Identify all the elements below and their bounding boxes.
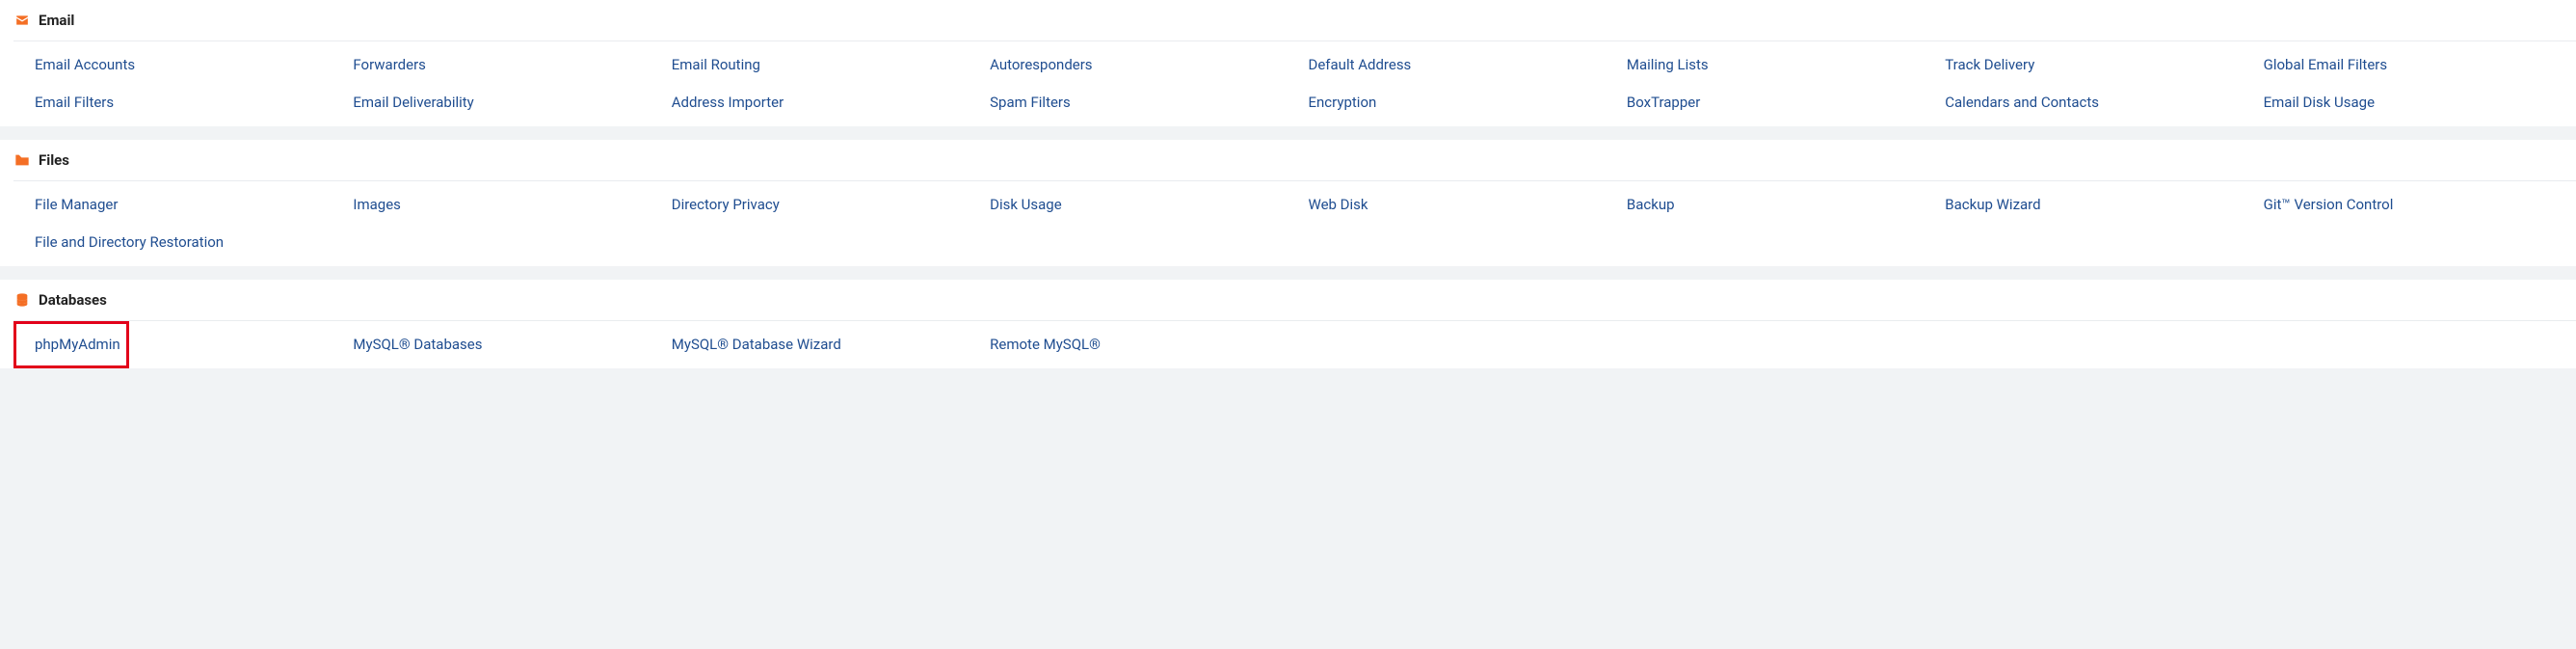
panel-header-email[interactable]: Email bbox=[0, 0, 2576, 41]
item-backup[interactable]: Backup bbox=[1627, 195, 1925, 215]
panel-title-databases: Databases bbox=[39, 291, 107, 309]
item-git-version-control[interactable]: Git™ Version Control bbox=[2264, 195, 2563, 215]
item-spam-filters[interactable]: Spam Filters bbox=[990, 93, 1288, 113]
database-icon bbox=[13, 291, 31, 309]
item-boxtrapper[interactable]: BoxTrapper bbox=[1627, 93, 1925, 113]
item-forwarders[interactable]: Forwarders bbox=[353, 55, 651, 75]
item-mysql-database-wizard[interactable]: MySQL® Database Wizard bbox=[672, 335, 970, 355]
items-grid-email: Email Accounts Forwarders Email Routing … bbox=[35, 55, 2563, 113]
panel-body-files: File Manager Images Directory Privacy Di… bbox=[0, 181, 2576, 266]
panel-header-databases[interactable]: Databases bbox=[0, 280, 2576, 320]
item-phpmyadmin[interactable]: phpMyAdmin bbox=[35, 335, 333, 355]
items-grid-files: File Manager Images Directory Privacy Di… bbox=[35, 195, 2563, 253]
panel-title-email: Email bbox=[39, 12, 74, 29]
item-email-routing[interactable]: Email Routing bbox=[672, 55, 970, 75]
item-mysql-databases[interactable]: MySQL® Databases bbox=[353, 335, 651, 355]
item-encryption[interactable]: Encryption bbox=[1309, 93, 1607, 113]
envelope-icon bbox=[13, 12, 31, 29]
item-directory-privacy[interactable]: Directory Privacy bbox=[672, 195, 970, 215]
items-grid-databases: phpMyAdmin MySQL® Databases MySQL® Datab… bbox=[35, 335, 2563, 355]
item-email-deliverability[interactable]: Email Deliverability bbox=[353, 93, 651, 113]
panel-body-databases: phpMyAdmin MySQL® Databases MySQL® Datab… bbox=[0, 321, 2576, 368]
item-autoresponders[interactable]: Autoresponders bbox=[990, 55, 1288, 75]
panel-files: Files File Manager Images Directory Priv… bbox=[0, 140, 2576, 266]
item-remote-mysql[interactable]: Remote MySQL® bbox=[990, 335, 1288, 355]
item-email-accounts[interactable]: Email Accounts bbox=[35, 55, 333, 75]
item-backup-wizard[interactable]: Backup Wizard bbox=[1945, 195, 2244, 215]
item-mailing-lists[interactable]: Mailing Lists bbox=[1627, 55, 1925, 75]
item-calendars-contacts[interactable]: Calendars and Contacts bbox=[1945, 93, 2244, 113]
item-email-disk-usage[interactable]: Email Disk Usage bbox=[2264, 93, 2563, 113]
folder-icon bbox=[13, 151, 31, 169]
item-file-manager[interactable]: File Manager bbox=[35, 195, 333, 215]
item-address-importer[interactable]: Address Importer bbox=[672, 93, 970, 113]
item-global-email-filters[interactable]: Global Email Filters bbox=[2264, 55, 2563, 75]
item-file-directory-restoration[interactable]: File and Directory Restoration bbox=[35, 232, 333, 253]
panel-title-files: Files bbox=[39, 151, 69, 169]
item-web-disk[interactable]: Web Disk bbox=[1309, 195, 1607, 215]
item-default-address[interactable]: Default Address bbox=[1309, 55, 1607, 75]
panel-databases: Databases phpMyAdmin MySQL® Databases My… bbox=[0, 280, 2576, 368]
item-images[interactable]: Images bbox=[353, 195, 651, 215]
item-track-delivery[interactable]: Track Delivery bbox=[1945, 55, 2244, 75]
item-disk-usage[interactable]: Disk Usage bbox=[990, 195, 1288, 215]
panel-email: Email Email Accounts Forwarders Email Ro… bbox=[0, 0, 2576, 126]
panel-body-email: Email Accounts Forwarders Email Routing … bbox=[0, 41, 2576, 126]
panel-header-files[interactable]: Files bbox=[0, 140, 2576, 180]
item-email-filters[interactable]: Email Filters bbox=[35, 93, 333, 113]
